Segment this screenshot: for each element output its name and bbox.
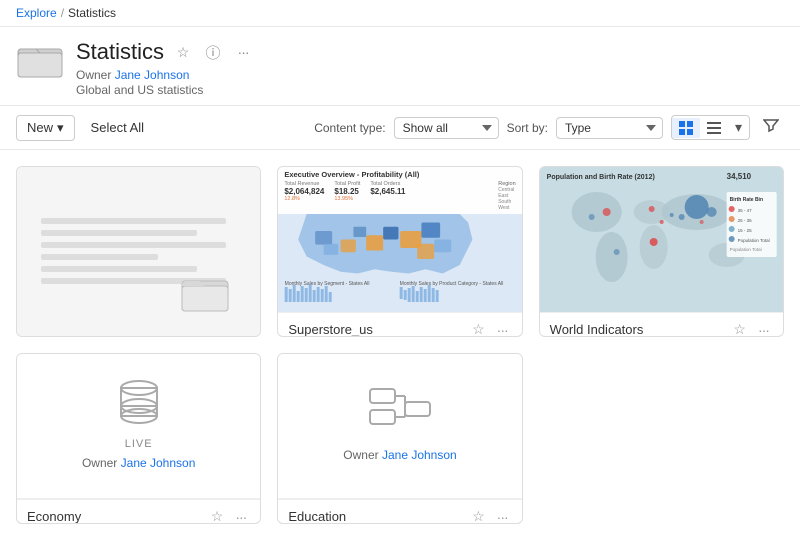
world-map-svg: Population and Birth Rate (2012) 34,510 bbox=[540, 167, 783, 312]
card-superstore[interactable]: Executive Overview - Profitability (All)… bbox=[277, 166, 522, 337]
filter-button[interactable] bbox=[758, 114, 784, 141]
economy-icon bbox=[114, 376, 164, 434]
breadcrumb-explore-link[interactable]: Explore bbox=[16, 6, 57, 20]
page-header: Statistics ☆ ⓘ ··· Owner Jane Johnson Gl… bbox=[0, 27, 800, 106]
superstore-card-footer: Superstore_us ☆ ··· bbox=[278, 312, 521, 337]
world-more-btn[interactable]: ··· bbox=[754, 320, 773, 338]
economy-owner-row: Owner Jane Johnson bbox=[74, 450, 203, 476]
line-4 bbox=[41, 254, 158, 260]
content-type-label: Content type: bbox=[314, 121, 385, 135]
toolbar: New ▾ Select All Content type: Show all … bbox=[0, 106, 800, 150]
select-all-button[interactable]: Select All bbox=[87, 116, 148, 139]
svg-text:34,510: 34,510 bbox=[726, 172, 751, 181]
database-icon bbox=[114, 376, 164, 431]
svg-text:15 - 25: 15 - 25 bbox=[737, 228, 752, 233]
new-button-chevron: ▾ bbox=[57, 120, 64, 136]
economy-more-btn[interactable]: ··· bbox=[231, 507, 250, 525]
list-icon bbox=[707, 121, 721, 135]
owner-subtitle: Owner Jane Johnson bbox=[76, 68, 784, 82]
economy-live-badge: LIVE bbox=[125, 438, 153, 450]
superstore-stat-3: Total Orders $2,645.11 bbox=[370, 181, 405, 211]
world-card-name: World Indicators bbox=[550, 322, 644, 337]
toolbar-right: Content type: Show all Workbooks Data So… bbox=[314, 114, 784, 141]
svg-text:Population Total: Population Total bbox=[737, 238, 769, 243]
owner-label: Owner bbox=[76, 68, 111, 82]
superstore-card-actions: ☆ ··· bbox=[468, 319, 512, 337]
sort-by-select[interactable]: Type Name Date Modified Date Created bbox=[556, 117, 663, 139]
breadcrumb-separator: / bbox=[61, 6, 64, 20]
finance-thumbnail bbox=[17, 167, 260, 336]
grid-icon bbox=[679, 121, 693, 135]
education-card-name: Education bbox=[288, 509, 346, 524]
line-1 bbox=[41, 218, 226, 224]
economy-owner-label: Owner bbox=[82, 456, 117, 470]
education-more-btn[interactable]: ··· bbox=[493, 507, 512, 525]
card-education[interactable]: Owner Jane Johnson Education ☆ ··· bbox=[277, 353, 522, 524]
grid-view-button[interactable] bbox=[672, 118, 700, 138]
world-thumbnail: Population and Birth Rate (2012) 34,510 bbox=[540, 167, 783, 312]
world-favorite-btn[interactable]: ☆ bbox=[729, 319, 750, 337]
line-3 bbox=[41, 242, 226, 248]
superstore-thumbnail: Executive Overview - Profitability (All)… bbox=[278, 167, 521, 312]
education-favorite-btn[interactable]: ☆ bbox=[468, 506, 489, 524]
world-card-actions: ☆ ··· bbox=[729, 319, 773, 337]
chevron-down-view-button[interactable]: ▾ bbox=[728, 116, 749, 139]
svg-text:35 - 47: 35 - 47 bbox=[737, 208, 752, 213]
flow-icon bbox=[365, 384, 435, 439]
info-icon-btn[interactable]: ⓘ bbox=[202, 41, 224, 63]
world-card-footer: World Indicators ☆ ··· bbox=[540, 312, 783, 337]
card-finance[interactable]: Finance ☆ ··· bbox=[16, 166, 261, 337]
finance-card-footer: Finance ☆ ··· bbox=[17, 336, 260, 337]
list-view-button[interactable] bbox=[700, 118, 728, 138]
economy-owner-link[interactable]: Jane Johnson bbox=[121, 456, 196, 470]
sort-by-label: Sort by: bbox=[507, 121, 548, 135]
superstore-card-name: Superstore_us bbox=[288, 322, 373, 337]
svg-text:Population and Birth Rate (201: Population and Birth Rate (2012) bbox=[546, 174, 654, 181]
education-owner-row: Owner Jane Johnson bbox=[335, 442, 464, 468]
svg-text:25 - 35: 25 - 35 bbox=[737, 218, 752, 223]
superstore-more-btn[interactable]: ··· bbox=[493, 320, 512, 338]
owner-name-link[interactable]: Jane Johnson bbox=[115, 68, 190, 82]
view-toggle-group: ▾ bbox=[671, 115, 750, 140]
economy-card-actions: ☆ ··· bbox=[207, 506, 251, 524]
description: Global and US statistics bbox=[76, 83, 784, 97]
more-icon-btn[interactable]: ··· bbox=[232, 41, 254, 63]
education-icon bbox=[365, 384, 435, 442]
line-5 bbox=[41, 266, 197, 272]
superstore-stat-1: Total Revenue $2,064,824 12.8% bbox=[284, 181, 324, 211]
superstore-chart-title: Executive Overview - Profitability (All) bbox=[284, 170, 515, 179]
economy-thumbnail: LIVE Owner Jane Johnson bbox=[17, 354, 260, 499]
header-info: Statistics ☆ ⓘ ··· Owner Jane Johnson Gl… bbox=[76, 39, 784, 97]
economy-favorite-btn[interactable]: ☆ bbox=[207, 506, 228, 524]
education-thumbnail: Owner Jane Johnson bbox=[278, 354, 521, 499]
breadcrumb-bar: Explore / Statistics bbox=[0, 0, 800, 27]
economy-card-name: Economy bbox=[27, 509, 81, 524]
svg-text:Birth Rate Bin: Birth Rate Bin bbox=[729, 197, 762, 203]
education-owner-link[interactable]: Jane Johnson bbox=[382, 448, 457, 462]
new-button-label: New bbox=[27, 120, 53, 135]
svg-text:Monthly Sales by Product Categ: Monthly Sales by Product Category - Stat… bbox=[400, 281, 504, 287]
card-economy[interactable]: LIVE Owner Jane Johnson Economy ☆ ··· bbox=[16, 353, 261, 524]
favorite-icon-btn[interactable]: ☆ bbox=[172, 41, 194, 63]
header-title-row: Statistics ☆ ⓘ ··· bbox=[76, 39, 784, 65]
superstore-legend: Region Central East South West bbox=[498, 181, 515, 211]
breadcrumb-current: Statistics bbox=[68, 6, 116, 20]
page-title: Statistics bbox=[76, 39, 164, 65]
svg-text:Population Total: Population Total bbox=[729, 247, 761, 252]
education-owner-label: Owner bbox=[343, 448, 378, 462]
folder-icon-large bbox=[16, 39, 64, 79]
education-card-actions: ☆ ··· bbox=[468, 506, 512, 524]
filter-icon bbox=[763, 117, 779, 133]
line-2 bbox=[41, 230, 197, 236]
education-card-footer: Education ☆ ··· bbox=[278, 499, 521, 524]
superstore-stat-2: Total Profit $18.25 13.95% bbox=[334, 181, 360, 211]
superstore-favorite-btn[interactable]: ☆ bbox=[468, 319, 489, 337]
content-type-select[interactable]: Show all Workbooks Data Sources Flows bbox=[394, 117, 499, 139]
economy-card-footer: Economy ☆ ··· bbox=[17, 499, 260, 524]
finance-folder-icon bbox=[180, 271, 230, 316]
new-button[interactable]: New ▾ bbox=[16, 115, 75, 141]
content-grid: Finance ☆ ··· Executive Overview - Profi… bbox=[0, 150, 800, 540]
card-world-indicators[interactable]: Population and Birth Rate (2012) 34,510 bbox=[539, 166, 784, 337]
